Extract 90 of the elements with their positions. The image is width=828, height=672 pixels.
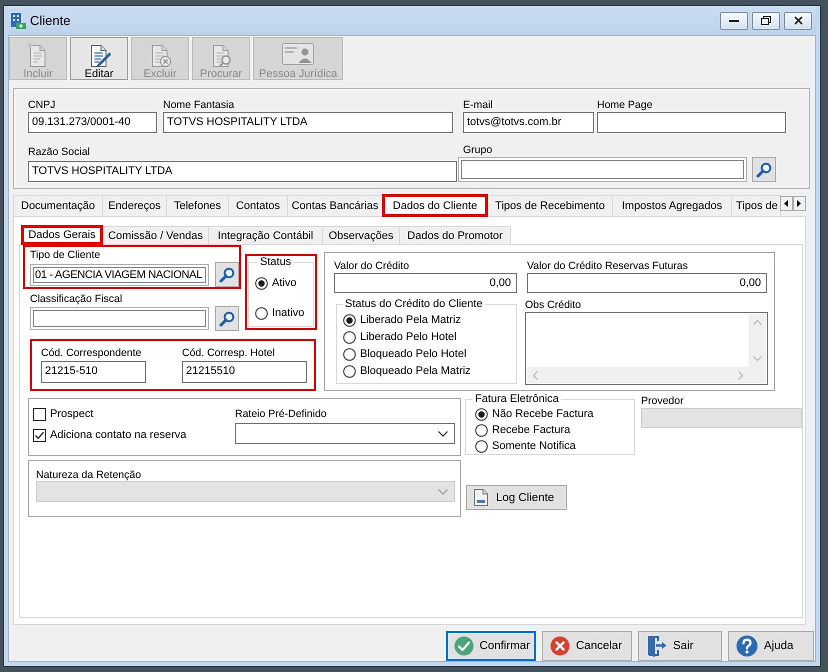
check-circle-icon	[454, 636, 474, 656]
chevron-down-icon	[438, 488, 448, 494]
scroll-left-button[interactable]	[780, 196, 793, 211]
radio-option[interactable]: Bloqueado Pela Matriz	[343, 365, 516, 378]
field-label: Rateio Pré-Definido	[235, 407, 328, 421]
help-circle-icon	[736, 635, 758, 657]
field-label: Grupo	[462, 143, 494, 157]
close-icon	[794, 16, 802, 25]
toolbar-button[interactable]: Editar	[70, 37, 128, 80]
code-field[interactable]: 21215-510	[41, 361, 146, 383]
tab[interactable]: Dados do Promotor	[399, 226, 511, 244]
checkbox-option[interactable]: Adiciona contato na reserva	[33, 429, 235, 442]
field-label: Valor do Crédito Reservas Futuras	[527, 259, 689, 273]
group-legend: Status do Crédito do Cliente	[343, 298, 485, 311]
search-icon	[756, 162, 772, 178]
group-field[interactable]	[458, 157, 747, 182]
field-label: Obs Crédito	[525, 298, 582, 312]
field-label: E-mail	[463, 98, 494, 112]
field-label: Cód. Corresp. Hotel	[182, 346, 276, 360]
code-field[interactable]: 21215510	[182, 361, 307, 383]
group-legend: Fatura Eletrônica	[473, 393, 561, 406]
tab[interactable]: Tipos de	[731, 195, 781, 216]
tab[interactable]: Comissão / Vendas	[102, 226, 209, 244]
checkbox-option[interactable]: Prospect	[33, 408, 235, 421]
field-label: Classificação Fiscal	[30, 292, 124, 306]
search-icon	[219, 266, 235, 282]
vertical-scrollbar[interactable]	[749, 314, 766, 367]
tab[interactable]: Dados do Cliente	[382, 194, 488, 217]
cancel-button[interactable]: Cancelar	[542, 631, 632, 661]
radio-option[interactable]: Bloqueado Pelo Hotel	[343, 348, 516, 361]
field-label: Razão Social	[28, 145, 91, 159]
chevron-right-icon	[738, 370, 743, 380]
amount-field[interactable]: 0,00	[334, 273, 517, 293]
field-label: Tipo de Cliente	[30, 248, 102, 262]
id-card-icon	[282, 41, 314, 67]
field-label: Natureza da Retenção	[36, 468, 142, 482]
close-circle-icon	[550, 636, 570, 656]
field-label: Provedor	[641, 394, 685, 408]
field-label: CNPJ	[28, 98, 56, 112]
window-title: Cliente	[30, 13, 70, 28]
chevron-down-icon	[753, 356, 762, 361]
scroll-right-button[interactable]	[792, 196, 806, 211]
minimize-icon	[729, 20, 739, 22]
amount-field[interactable]: 0,00	[527, 273, 767, 293]
tab[interactable]: Dados Gerais	[21, 225, 103, 245]
tab[interactable]: Observações	[322, 226, 400, 244]
radio-option[interactable]: Somente Notifica	[475, 440, 634, 453]
document-icon	[474, 489, 488, 506]
building-icon	[10, 12, 26, 30]
restore-button[interactable]	[752, 12, 780, 30]
tab[interactable]: Integração Contábil	[208, 226, 323, 244]
field-label: Home Page	[597, 98, 654, 112]
radio-option[interactable]: Liberado Pela Matriz	[343, 314, 516, 327]
chevron-left-icon	[533, 370, 538, 380]
restore-icon	[761, 16, 771, 25]
close-button[interactable]	[784, 12, 812, 30]
tab[interactable]: Documentação	[13, 195, 103, 216]
client-type-field[interactable]: 01 - AGENCIA VIAGEM NACIONAL	[30, 264, 209, 286]
exit-button[interactable]: Sair	[638, 631, 722, 661]
cnpj-field[interactable]: 09.131.273/0001-40	[28, 112, 157, 133]
home-page-field[interactable]	[597, 112, 786, 133]
search-button[interactable]	[215, 306, 239, 331]
search-button[interactable]	[752, 157, 776, 182]
help-button[interactable]: Ajuda	[728, 631, 814, 661]
email-field[interactable]: totvs@totvs.com.br	[463, 112, 594, 133]
tax-class-field[interactable]	[30, 307, 209, 330]
radio-option[interactable]: Inativo	[255, 307, 313, 320]
field-label: Valor do Crédito	[334, 259, 410, 273]
field-label: Cód. Correspondente	[41, 346, 142, 360]
search-button[interactable]	[215, 262, 239, 287]
radio-option[interactable]: Liberado Pelo Hotel	[343, 331, 516, 344]
minimize-button[interactable]	[720, 12, 748, 30]
log-button[interactable]: Log Cliente	[466, 485, 567, 510]
radio-option[interactable]: Não Recebe Factura	[475, 408, 634, 421]
confirm-button[interactable]: Confirmar	[446, 631, 536, 661]
horizontal-scrollbar[interactable]	[527, 367, 749, 383]
search-icon	[219, 310, 235, 326]
group-legend: Status	[258, 256, 294, 269]
exit-door-icon	[646, 635, 667, 657]
chevron-up-icon	[753, 320, 762, 325]
caret-left-icon	[784, 200, 788, 207]
allocation-dropdown[interactable]	[235, 423, 455, 444]
radio-option[interactable]: Recebe Factura	[475, 424, 634, 437]
trade-name-field[interactable]: TOTVS HOSPITALITY LTDA	[163, 112, 453, 133]
field-label: Nome Fantasia	[163, 98, 236, 112]
radio-option[interactable]: Ativo	[255, 277, 313, 290]
company-name-field[interactable]: TOTVS HOSPITALITY LTDA	[28, 161, 457, 182]
notes-field[interactable]	[525, 312, 768, 385]
caret-right-icon	[797, 200, 802, 207]
chevron-down-icon	[438, 430, 448, 436]
